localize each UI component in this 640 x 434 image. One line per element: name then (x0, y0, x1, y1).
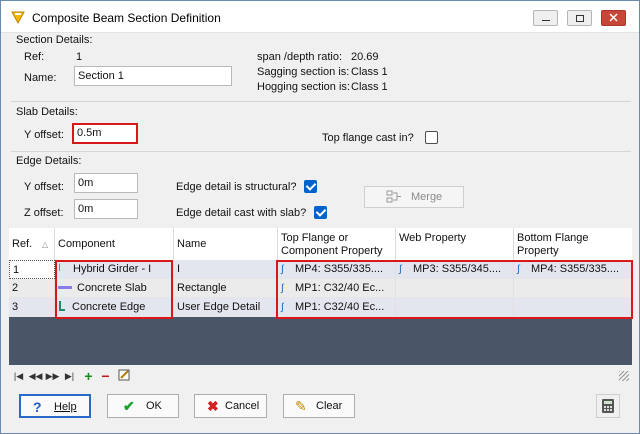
ref-value: 1 (76, 51, 83, 63)
sagging-label: Sagging section is: (257, 66, 350, 78)
eraser-icon: ✎ (295, 398, 307, 414)
slab-y-offset-input[interactable]: 0.5m (72, 123, 138, 144)
divider (11, 151, 631, 152)
section-details-heading: Section Details: (16, 34, 93, 46)
edge-cast-with-slab-label: Edge detail cast with slab? (176, 207, 307, 219)
sagging-value: Class 1 (351, 66, 388, 78)
name-input[interactable]: Section 1 (74, 66, 232, 86)
next-page-button[interactable]: ▶▶ (45, 369, 60, 383)
check-icon: ✔ (123, 398, 135, 414)
clear-button[interactable]: ✎ Clear (283, 394, 355, 418)
col-header-ref[interactable]: Ref. △ (9, 228, 55, 260)
edge-z-offset-input[interactable]: 0m (74, 199, 138, 219)
slab-icon (58, 285, 72, 289)
i-beam-icon: Ⅰ (58, 263, 61, 274)
edge-z-offset-label: Z offset: (24, 207, 64, 219)
hogging-value: Class 1 (351, 81, 388, 93)
edge-icon (58, 301, 66, 312)
material-property-icon: ∫ (517, 264, 520, 275)
calculator-button[interactable] (596, 394, 620, 418)
window-title: Composite Beam Section Definition (32, 11, 221, 25)
edge-y-offset-input[interactable]: 0m (74, 173, 138, 193)
add-row-icon[interactable]: + (81, 369, 96, 383)
merge-icon (386, 190, 401, 203)
dialog-window: Composite Beam Section Definition Sectio… (0, 0, 640, 434)
name-label: Name: (24, 72, 57, 84)
minimize-button[interactable] (533, 10, 558, 26)
cell-bottom-flange[interactable] (514, 279, 632, 298)
cell-bottom-flange[interactable]: ∫ MP4: S355/335.... (514, 260, 632, 279)
last-record-button[interactable]: ▶| (62, 369, 77, 383)
minimize-icon (542, 20, 550, 21)
col-header-web[interactable]: Web Property (396, 228, 514, 260)
top-flange-cast-checkbox[interactable] (425, 131, 438, 144)
table-row[interactable]: 1 Ⅰ Hybrid Girder - I I ∫ MP4: S355/335...… (9, 260, 632, 279)
hogging-label: Hogging section is: (257, 81, 350, 93)
cell-ref[interactable]: 3 (9, 298, 55, 317)
cell-name[interactable]: Rectangle (174, 279, 278, 298)
edge-structural-label: Edge detail is structural? (176, 181, 297, 193)
span-depth-value: 20.69 (351, 51, 379, 63)
cell-ref[interactable]: 1 (9, 260, 55, 279)
cell-name[interactable]: I (174, 260, 278, 279)
maximize-button[interactable] (567, 10, 592, 26)
previous-page-button[interactable]: ◀◀ (28, 369, 43, 383)
calculator-icon (602, 399, 614, 413)
resize-grip-icon[interactable] (619, 371, 629, 381)
col-header-bottom-flange[interactable]: Bottom Flange Property (514, 228, 632, 260)
material-property-icon: ∫ (399, 264, 402, 275)
edge-details-heading: Edge Details: (16, 155, 82, 167)
cell-web[interactable] (396, 298, 514, 317)
merge-button[interactable]: Merge (364, 186, 464, 208)
components-grid[interactable]: Ref. △ Component Name Top Flange or Comp… (9, 228, 632, 365)
cell-web[interactable]: ∫ MP3: S355/345.... (396, 260, 514, 279)
merge-label: Merge (411, 191, 443, 203)
edge-structural-checkbox[interactable] (304, 180, 317, 193)
grid-navigator: |◀ ◀◀ ▶▶ ▶| + − (9, 367, 632, 385)
help-button[interactable]: ? Help (19, 394, 91, 418)
title-bar: Composite Beam Section Definition (1, 1, 639, 33)
slab-details-heading: Slab Details: (16, 106, 78, 118)
close-icon (609, 13, 618, 22)
material-property-icon: ∫ (281, 302, 284, 313)
material-property-icon: ∫ (281, 283, 284, 294)
slab-y-offset-label: Y offset: (24, 129, 64, 141)
cell-ref[interactable]: 2 (9, 279, 55, 298)
help-icon: ? (33, 399, 42, 415)
cell-component[interactable]: Concrete Edge (55, 298, 174, 317)
sort-icon: △ (42, 240, 49, 249)
edge-cast-with-slab-checkbox[interactable] (314, 206, 327, 219)
cell-top-flange[interactable]: ∫ MP4: S355/335.... (278, 260, 396, 279)
col-header-top-flange[interactable]: Top Flange or Component Property (278, 228, 396, 260)
cancel-button[interactable]: ✖ Cancel (194, 394, 267, 418)
cell-component[interactable]: Concrete Slab (55, 279, 174, 298)
grid-header: Ref. △ Component Name Top Flange or Comp… (9, 228, 632, 260)
table-row[interactable]: 2 Concrete Slab Rectangle ∫ MP1: C32/40 E… (9, 279, 632, 298)
cell-web[interactable] (396, 279, 514, 298)
cell-bottom-flange[interactable] (514, 298, 632, 317)
col-header-name[interactable]: Name (174, 228, 278, 260)
edge-y-offset-label: Y offset: (24, 181, 64, 193)
divider (11, 101, 631, 102)
delete-row-icon[interactable]: − (98, 369, 113, 383)
cell-component[interactable]: Ⅰ Hybrid Girder - I (55, 260, 174, 279)
app-icon (11, 11, 25, 25)
cell-name[interactable]: User Edge Detail (174, 298, 278, 317)
ok-button[interactable]: ✔ OK (107, 394, 179, 418)
maximize-icon (576, 15, 584, 22)
cancel-icon: ✖ (207, 398, 219, 414)
cell-top-flange[interactable]: ∫ MP1: C32/40 Ec... (278, 298, 396, 317)
ref-label: Ref: (24, 51, 45, 63)
col-header-component[interactable]: Component (55, 228, 174, 260)
close-button[interactable] (601, 10, 626, 26)
edit-row-icon[interactable] (117, 369, 132, 383)
top-flange-cast-label: Top flange cast in? (322, 132, 414, 144)
cell-top-flange[interactable]: ∫ MP1: C32/40 Ec... (278, 279, 396, 298)
material-property-icon: ∫ (281, 264, 284, 275)
first-record-button[interactable]: |◀ (11, 369, 26, 383)
span-depth-label: span /depth ratio: (257, 51, 343, 63)
table-row[interactable]: 3 Concrete Edge User Edge Detail ∫ MP1: C… (9, 298, 632, 317)
